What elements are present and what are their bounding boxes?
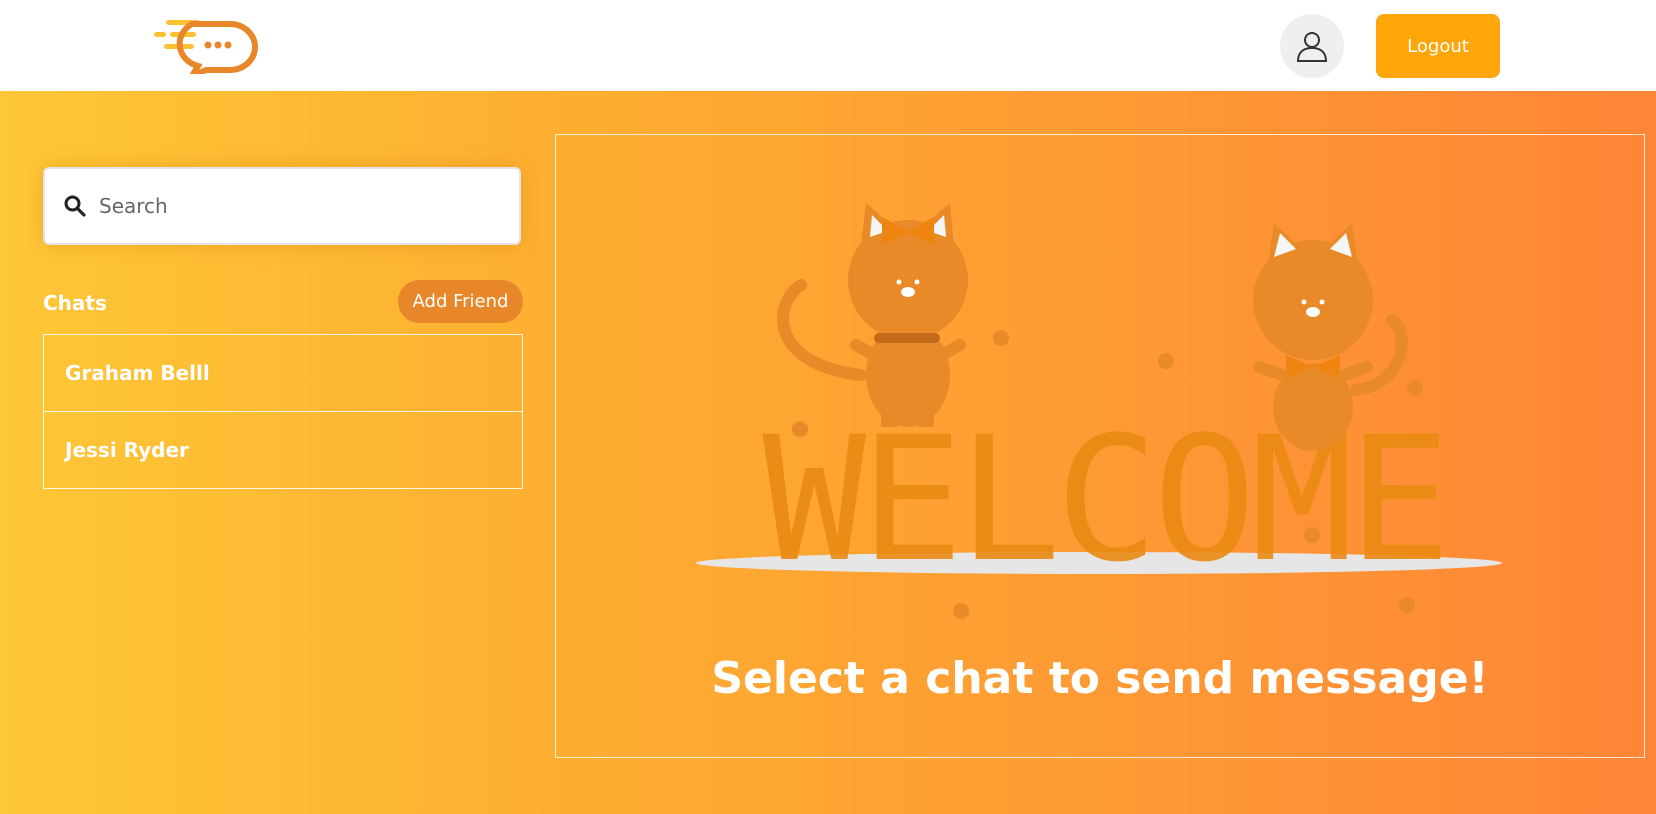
chat-item-graham-belll[interactable]: Graham Belll (44, 335, 522, 412)
search-input[interactable] (97, 185, 501, 227)
user-icon (1296, 32, 1328, 62)
logout-button[interactable]: Logout (1376, 14, 1500, 78)
chats-heading: Chats (43, 291, 107, 315)
conversation-panel: WELCOME Select a chat to send message! (555, 134, 1645, 758)
top-bar: Logout (0, 0, 1656, 91)
search-box[interactable] (43, 167, 521, 245)
empty-state-message: Select a chat to send message! (711, 653, 1489, 704)
chat-item-name: Graham Belll (65, 361, 210, 385)
cat-left-icon (777, 203, 968, 427)
search-icon (64, 195, 86, 217)
main-area: Chats Add Friend Graham Belll Jessi Ryde… (0, 91, 1656, 814)
chat-list: Graham Belll Jessi Ryder (43, 334, 523, 489)
profile-button[interactable] (1280, 14, 1344, 78)
chat-item-jessi-ryder[interactable]: Jessi Ryder (44, 412, 522, 488)
chat-item-name: Jessi Ryder (65, 438, 189, 462)
add-friend-button[interactable]: Add Friend (398, 280, 523, 323)
chat-bubble-logo-icon[interactable] (152, 18, 262, 74)
